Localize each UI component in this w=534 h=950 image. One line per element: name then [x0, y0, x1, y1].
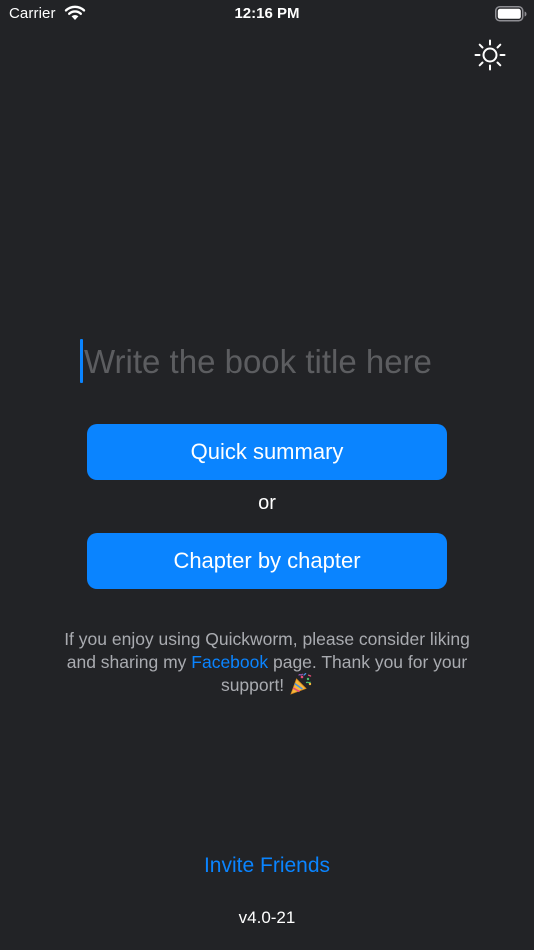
text-caret — [80, 339, 83, 383]
quick-summary-button[interactable]: Quick summary — [87, 424, 447, 480]
facebook-link[interactable]: Facebook — [191, 652, 268, 672]
status-bar: Carrier 12:16 PM — [0, 0, 534, 28]
quick-summary-label: Quick summary — [190, 439, 344, 464]
version-label: v4.0-21 — [238, 908, 296, 927]
title-input-container[interactable] — [78, 338, 478, 386]
or-label: or — [258, 492, 276, 514]
party-popper-icon — [290, 673, 312, 695]
chapter-by-chapter-label: Chapter by chapter — [173, 548, 361, 573]
chapter-by-chapter-button[interactable]: Chapter by chapter — [87, 533, 447, 589]
battery-icon — [495, 6, 527, 22]
theme-toggle-button[interactable] — [472, 37, 508, 73]
book-title-input[interactable] — [84, 338, 474, 386]
sun-icon — [474, 39, 506, 71]
support-message: If you enjoy using Quickworm, please con… — [60, 628, 474, 697]
status-time: 12:16 PM — [234, 5, 300, 22]
invite-friends-button[interactable]: Invite Friends — [204, 854, 330, 877]
invite-friends-container: Invite Friends — [0, 854, 534, 878]
